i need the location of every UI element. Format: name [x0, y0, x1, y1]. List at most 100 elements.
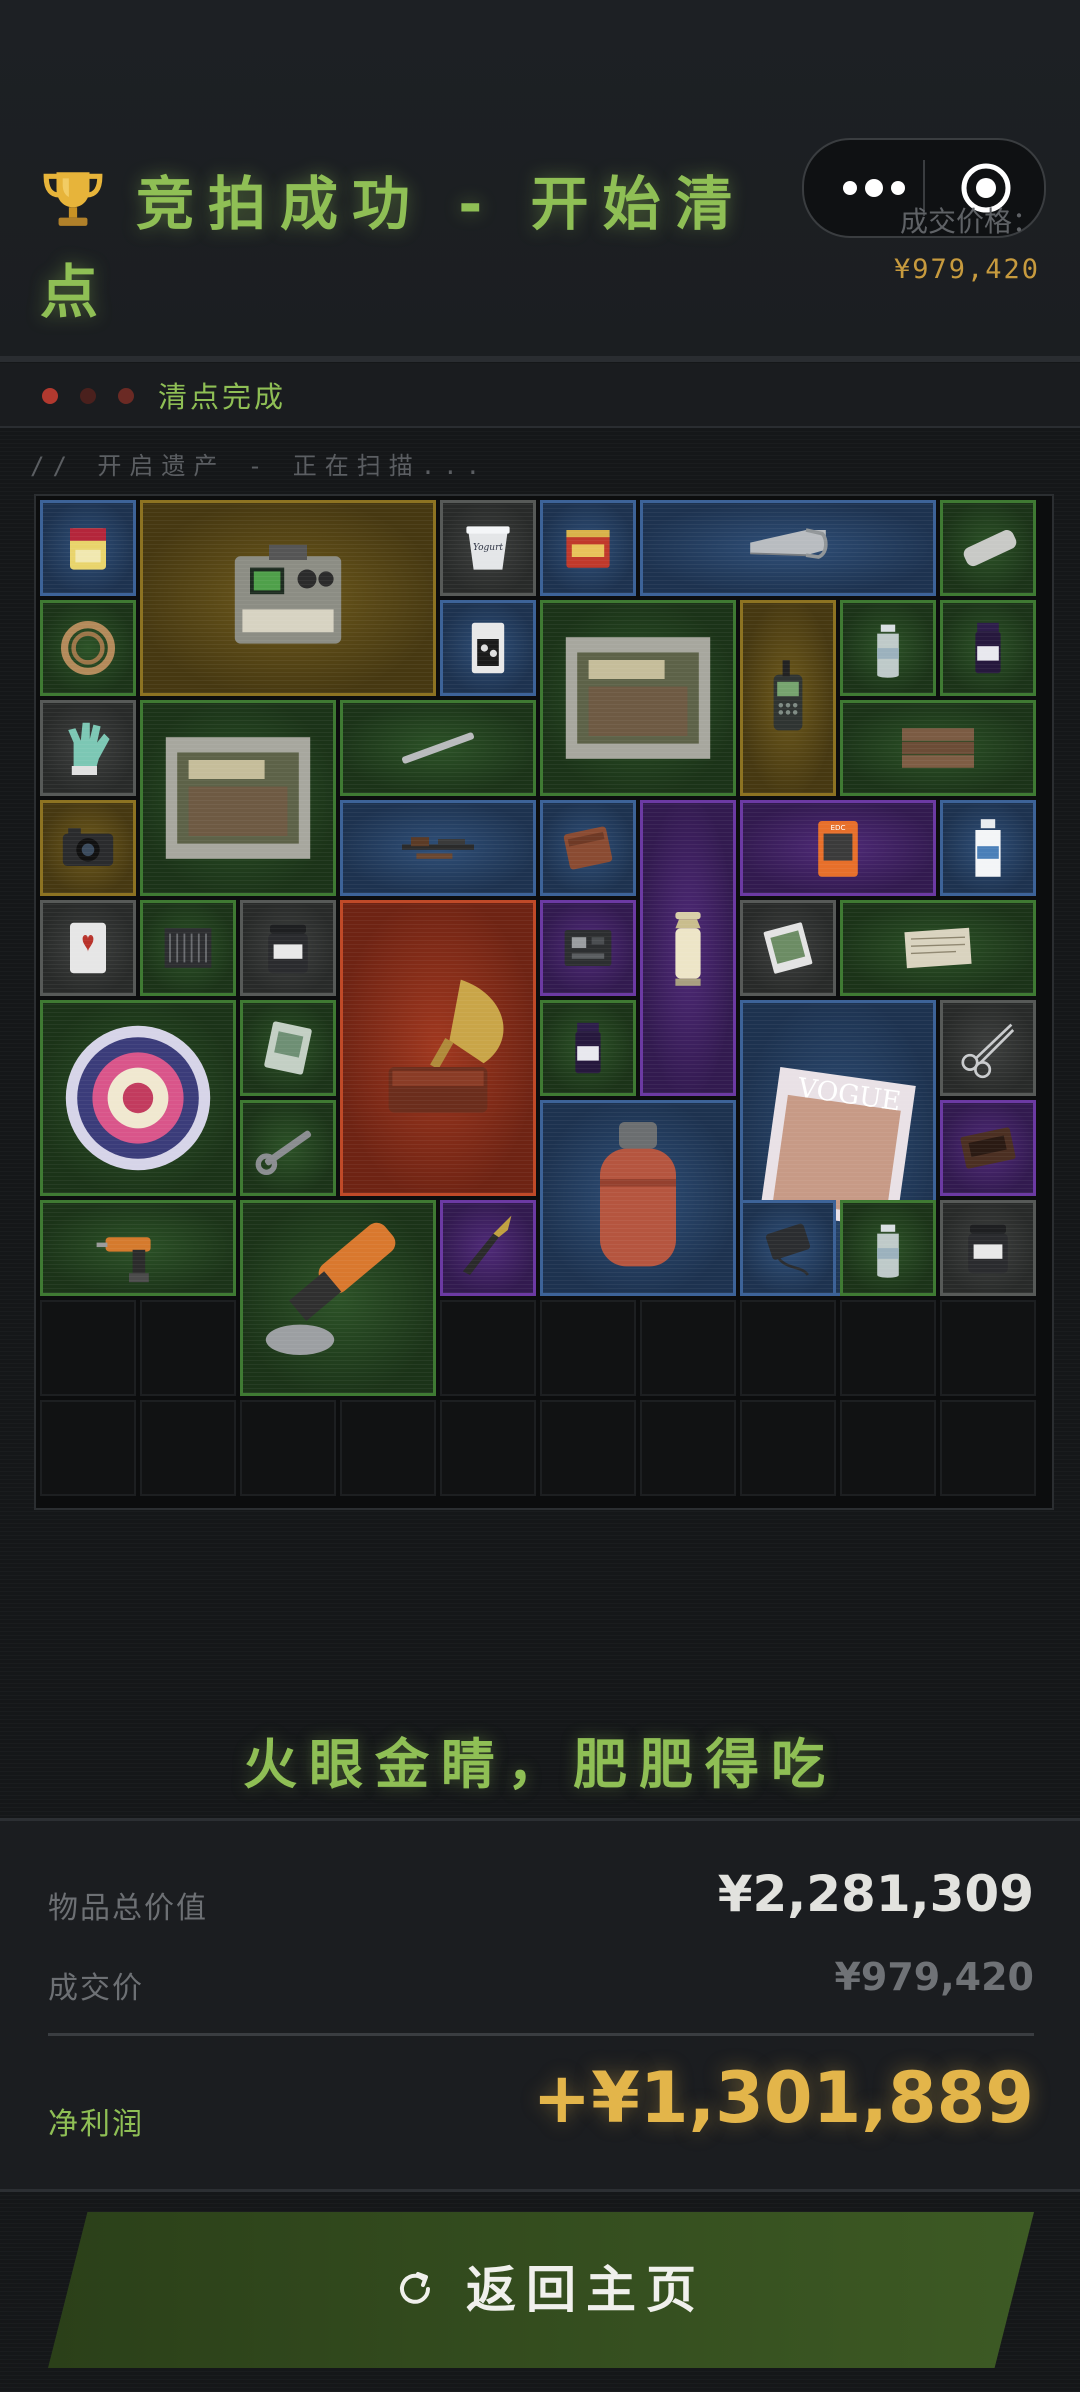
power-drill-icon — [96, 1237, 151, 1283]
total-value-label: 物品总价值 — [48, 1891, 208, 1926]
inventory-item-tea-tin[interactable] — [540, 500, 636, 596]
inventory-item-supplement-jar[interactable] — [940, 1200, 1036, 1296]
cpu-cooler-icon — [164, 928, 212, 968]
inventory-item-wrench[interactable] — [240, 1100, 336, 1196]
back-home-button-body[interactable]: 返回主页 — [48, 2212, 1034, 2368]
water-bottle-icon — [877, 624, 899, 678]
svg-text:Yogurt: Yogurt — [473, 543, 503, 553]
inventory-item-gas-cylinder[interactable] — [540, 1100, 736, 1296]
inventory-item-circuit-board[interactable] — [540, 900, 636, 996]
inventory-item-leather-wallet[interactable] — [540, 800, 636, 896]
inventory-item-water-bottle[interactable] — [840, 600, 936, 696]
wrench-icon — [255, 1130, 312, 1175]
inventory-item-rope-coil[interactable] — [40, 600, 136, 696]
inventory-item-building-model-box[interactable] — [540, 600, 736, 796]
inventory-item-gramophone[interactable] — [340, 900, 536, 1196]
empty-slot — [640, 1300, 736, 1396]
medicine-vial-icon — [975, 622, 1001, 674]
deal-price-label: 成交价 — [48, 1971, 144, 2006]
hand-saw-icon — [750, 528, 828, 559]
yogurt-tub-icon: Yogurt — [466, 526, 510, 570]
earbuds-box-icon — [471, 622, 505, 674]
inventory-item-rifle-parts[interactable] — [340, 800, 536, 896]
status-bar: 清点完成 — [0, 364, 1080, 428]
inventory-item-matchbox[interactable] — [740, 900, 836, 996]
gramophone-icon — [388, 979, 504, 1113]
empty-slot — [840, 1300, 936, 1396]
trophy-icon — [43, 172, 103, 226]
building-model-box-icon — [165, 737, 311, 859]
inventory-item-medicine-vial[interactable] — [540, 1000, 636, 1096]
inventory-item-military-radio-station[interactable] — [140, 500, 436, 696]
inventory-item-hand-saw[interactable] — [640, 500, 936, 596]
inventory-item-edc-kit[interactable]: EDC — [740, 800, 936, 896]
status-dot-2 — [80, 388, 96, 404]
work-glove-icon — [68, 722, 110, 775]
inventory-item-sd-card[interactable] — [40, 500, 136, 596]
back-home-button[interactable]: 返回主页 — [48, 2212, 1034, 2368]
wood-planks-icon — [902, 728, 974, 768]
tea-tin-icon — [566, 530, 610, 568]
title-text: 竞拍成功 - 开始清点 — [40, 170, 747, 326]
inventory-item-scissors[interactable] — [940, 1000, 1036, 1096]
inventory-item-combat-knife[interactable] — [440, 1200, 536, 1296]
inventory-item-angle-grinder[interactable] — [240, 1200, 436, 1396]
inventory-item-yogurt-tub[interactable]: Yogurt — [440, 500, 536, 596]
tube-icon — [963, 530, 1017, 567]
total-value: ¥2,281,309 — [717, 1865, 1034, 1923]
empty-slot — [740, 1300, 836, 1396]
empty-slot — [40, 1300, 136, 1396]
header-divider — [0, 356, 1080, 362]
inventory-item-lantern[interactable] — [640, 800, 736, 1096]
empty-slot — [240, 1400, 336, 1496]
inventory-item-work-glove[interactable] — [40, 700, 136, 796]
camera-icon — [62, 828, 114, 866]
inventory-item-camera[interactable] — [40, 800, 136, 896]
inventory-item-decorative-plate[interactable] — [40, 1000, 236, 1196]
paper-documents-icon — [904, 927, 972, 969]
metal-rod-icon — [402, 732, 474, 764]
rope-coil-icon — [61, 621, 115, 675]
inventory-item-walkie-talkie[interactable] — [740, 600, 836, 796]
empty-slot — [940, 1400, 1036, 1496]
inventory-item-power-adapter[interactable] — [740, 1200, 836, 1296]
inventory-item-metal-rod[interactable] — [340, 700, 536, 796]
inventory-item-playing-card[interactable] — [40, 900, 136, 996]
empty-slot — [340, 1400, 436, 1496]
inventory-item-wood-planks[interactable] — [840, 700, 1036, 796]
building-model-box-icon — [565, 637, 711, 759]
inventory-item-paper-documents[interactable] — [840, 900, 1036, 996]
inventory-grid: Yogurt EDC VOGUE — [34, 494, 1054, 1510]
supplement-jar-icon — [968, 1224, 1008, 1274]
deal-price-value: ¥979,420 — [834, 1955, 1034, 1999]
power-adapter-icon — [765, 1223, 811, 1276]
empty-slot — [540, 1400, 636, 1496]
price-value: ¥979,420 — [893, 254, 1040, 285]
title-area: 竞拍成功 - 开始清点 — [40, 160, 760, 336]
empty-slot — [140, 1300, 236, 1396]
empty-slot — [140, 1400, 236, 1496]
inventory-item-tube[interactable] — [940, 500, 1036, 596]
gas-cylinder-icon — [600, 1122, 676, 1267]
inventory-item-cpu-cooler[interactable] — [140, 900, 236, 996]
inventory-item-cassette-tape[interactable] — [940, 1100, 1036, 1196]
net-profit-label: 净利润 — [48, 2107, 144, 2142]
leather-wallet-icon — [563, 826, 613, 870]
inventory-item-supplement-jar[interactable] — [240, 900, 336, 996]
inventory-item-water-bottle[interactable] — [840, 1200, 936, 1296]
inventory-item-plastic-bottle[interactable] — [940, 800, 1036, 896]
inventory-item-medicine-vial[interactable] — [940, 600, 1036, 696]
inventory-item-tablet-package[interactable] — [240, 1000, 336, 1096]
playing-card-icon — [70, 922, 106, 974]
inventory-item-earbuds-box[interactable] — [440, 600, 536, 696]
inventory-item-power-drill[interactable] — [40, 1200, 236, 1296]
inventory-item-building-model-box[interactable] — [140, 700, 336, 896]
page-title: 竞拍成功 - 开始清点 — [40, 160, 760, 336]
cassette-tape-icon — [960, 1127, 1016, 1169]
summary-divider — [48, 2033, 1034, 2036]
empty-slot — [540, 1300, 636, 1396]
back-home-label: 返回主页 — [466, 2261, 706, 2319]
scan-status-text: // 开启遗产 - 正在扫描... — [30, 452, 489, 480]
decorative-plate-icon — [65, 1025, 211, 1171]
rifle-parts-icon — [402, 837, 474, 859]
